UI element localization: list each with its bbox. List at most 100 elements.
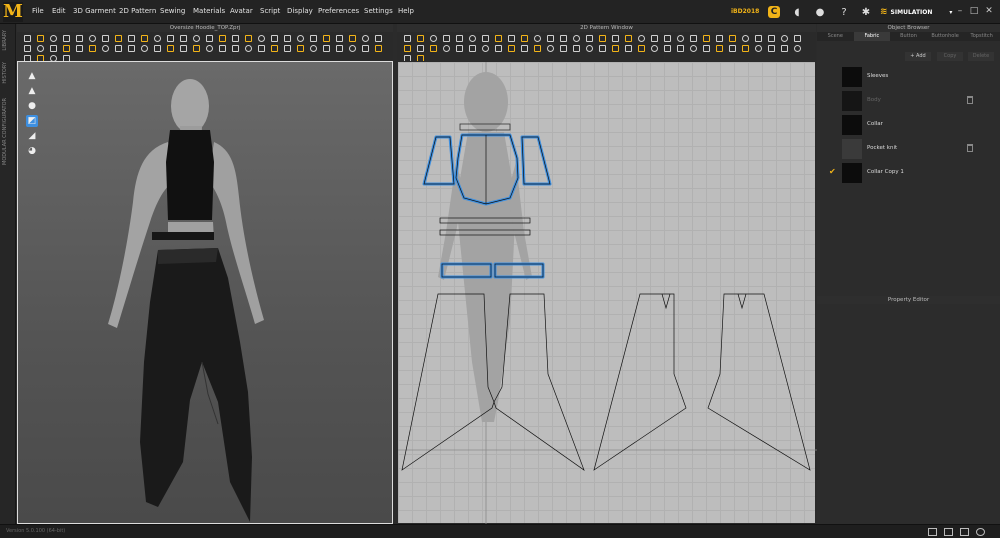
menu-display[interactable]: Display [287,7,313,15]
pattern-tool-53-icon[interactable] [676,44,685,53]
garment-tool-25-icon[interactable] [335,34,344,43]
garment-tool-28-icon[interactable] [374,34,383,43]
pattern-tool-33-icon[interactable] [416,44,425,53]
garment-tool-4-icon[interactable] [62,34,71,43]
pattern-tool-47-icon[interactable] [598,44,607,53]
garment-tool-34-icon[interactable] [88,44,97,53]
garment-tool-6-icon[interactable] [88,34,97,43]
menu-settings[interactable]: Settings [364,7,393,15]
pattern-tool-34-icon[interactable] [429,44,438,53]
pattern-tool-41-icon[interactable] [520,44,529,53]
fabric-item[interactable]: Body [817,89,1000,113]
pattern-tool-2-icon[interactable] [416,34,425,43]
user-icon[interactable]: ● [814,6,826,18]
garment-tool-51-icon[interactable] [309,44,318,53]
garment-tool-9-icon[interactable] [127,34,136,43]
menu-help[interactable]: Help [398,7,414,15]
pattern-tool-30-icon[interactable] [780,34,789,43]
pattern-tool-60-icon[interactable] [767,44,776,53]
pattern-tool-17-icon[interactable] [611,34,620,43]
garment-tool-53-icon[interactable] [335,44,344,53]
garment-tool-45-icon[interactable] [231,44,240,53]
pattern-tool-25-icon[interactable] [715,34,724,43]
speaker-icon[interactable]: ◖ [791,6,803,18]
menu-3d-garment[interactable]: 3D Garment [73,7,116,15]
garment-tool-16-icon[interactable] [218,34,227,43]
menu-preferences[interactable]: Preferences [318,7,359,15]
pattern-tool-23-icon[interactable] [689,34,698,43]
pattern-tool-56-icon[interactable] [715,44,724,53]
tab-scene[interactable]: Scene [817,32,854,41]
pattern-tool-37-icon[interactable] [468,44,477,53]
pattern-tool-57-icon[interactable] [728,44,737,53]
pattern-tool-54-icon[interactable] [689,44,698,53]
pattern-tool-62-icon[interactable] [793,44,802,53]
garment-tool-30-icon[interactable] [36,44,45,53]
garment-tool-40-icon[interactable] [166,44,175,53]
pattern-tool-19-icon[interactable] [637,34,646,43]
garment-tool-10-icon[interactable] [140,34,149,43]
pattern-tool-50-icon[interactable] [637,44,646,53]
menu-materials[interactable]: Materials [193,7,225,15]
pattern-tool-3-icon[interactable] [429,34,438,43]
tab-modular-configurator[interactable]: MODULAR CONFIGURATOR [2,98,8,165]
garment-tool-39-icon[interactable] [153,44,162,53]
pattern-tool-46-icon[interactable] [585,44,594,53]
menu-sewing[interactable]: Sewing [160,7,185,15]
garment-tool-18-icon[interactable] [244,34,253,43]
garment-tool-50-icon[interactable] [296,44,305,53]
trash-icon[interactable] [967,96,973,104]
garment-tool-33-icon[interactable] [75,44,84,53]
help-icon[interactable]: ? [838,6,850,18]
garment-tool-54-icon[interactable] [348,44,357,53]
menu-avatar[interactable]: Avatar [230,7,253,15]
pattern-tool-18-icon[interactable] [624,34,633,43]
garment-tool-47-icon[interactable] [257,44,266,53]
pattern-tool-43-icon[interactable] [546,44,555,53]
garment-tool-3-icon[interactable] [49,34,58,43]
delete-fabric-button[interactable]: Delete [968,52,994,61]
maximize-icon[interactable]: □ [969,6,979,16]
fabric-swatch[interactable] [842,115,862,135]
garment-tool-7-icon[interactable] [101,34,110,43]
garment-tool-14-icon[interactable] [192,34,201,43]
layout-single-icon[interactable] [928,528,937,536]
add-fabric-button[interactable]: + Add [905,52,931,61]
garment-tool-55-icon[interactable] [361,44,370,53]
layout-3d-2d-icon[interactable] [944,528,953,536]
pattern-tool-51-icon[interactable] [650,44,659,53]
playback-icon[interactable] [976,528,985,536]
fabric-swatch[interactable] [842,139,862,159]
garment-tool-27-icon[interactable] [361,34,370,43]
pattern-tool-10-icon[interactable] [520,34,529,43]
pattern-tool-39-icon[interactable] [494,44,503,53]
pattern-tool-38-icon[interactable] [481,44,490,53]
pattern-tool-27-icon[interactable] [741,34,750,43]
garment-tool-49-icon[interactable] [283,44,292,53]
garment-tool-32-icon[interactable] [62,44,71,53]
pattern-tool-14-icon[interactable] [572,34,581,43]
pattern-tool-15-icon[interactable] [585,34,594,43]
menu-file[interactable]: File [32,7,44,15]
pattern-tool-44-icon[interactable] [559,44,568,53]
garment-tool-12-icon[interactable] [166,34,175,43]
pattern-tool-49-icon[interactable] [624,44,633,53]
pattern-tool-29-icon[interactable] [767,34,776,43]
pattern-tool-24-icon[interactable] [702,34,711,43]
simulation-mode-dropdown[interactable]: ≋ SIMULATION ▾ [880,5,952,19]
pattern-tool-21-icon[interactable] [663,34,672,43]
pattern-tool-35-icon[interactable] [442,44,451,53]
garment-tool-46-icon[interactable] [244,44,253,53]
garment-tool-26-icon[interactable] [348,34,357,43]
fabric-item[interactable]: Sleeves [817,65,1000,89]
pattern-tool-59-icon[interactable] [754,44,763,53]
2d-pattern-viewport[interactable] [397,61,817,525]
garment-tool-35-icon[interactable] [101,44,110,53]
garment-tool-31-icon[interactable] [49,44,58,53]
pattern-tool-1-icon[interactable] [403,34,412,43]
pattern-tool-55-icon[interactable] [702,44,711,53]
menu-edit[interactable]: Edit [52,7,66,15]
pattern-tool-7-icon[interactable] [481,34,490,43]
pattern-tool-9-icon[interactable] [507,34,516,43]
pattern-tool-26-icon[interactable] [728,34,737,43]
